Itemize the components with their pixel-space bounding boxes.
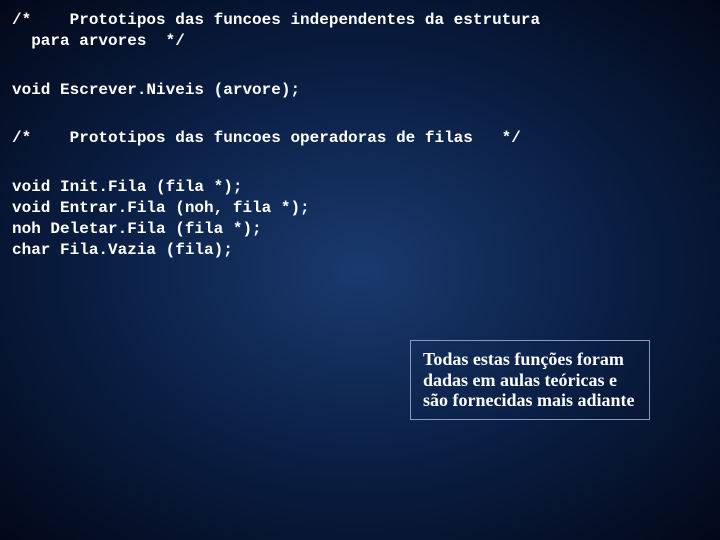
note-text: Todas estas funções foram dadas em aulas… — [423, 349, 635, 410]
note-box: Todas estas funções foram dadas em aulas… — [410, 340, 650, 420]
code-comment-prototypes-queue: /* Prototipos das funcoes operadoras de … — [12, 128, 708, 149]
code-line-escrever-niveis: void Escrever.Niveis (arvore); — [12, 80, 708, 101]
code-lines-queue-functions: void Init.Fila (fila *); void Entrar.Fil… — [12, 177, 708, 260]
code-comment-prototypes-tree: /* Prototipos das funcoes independentes … — [12, 10, 708, 52]
